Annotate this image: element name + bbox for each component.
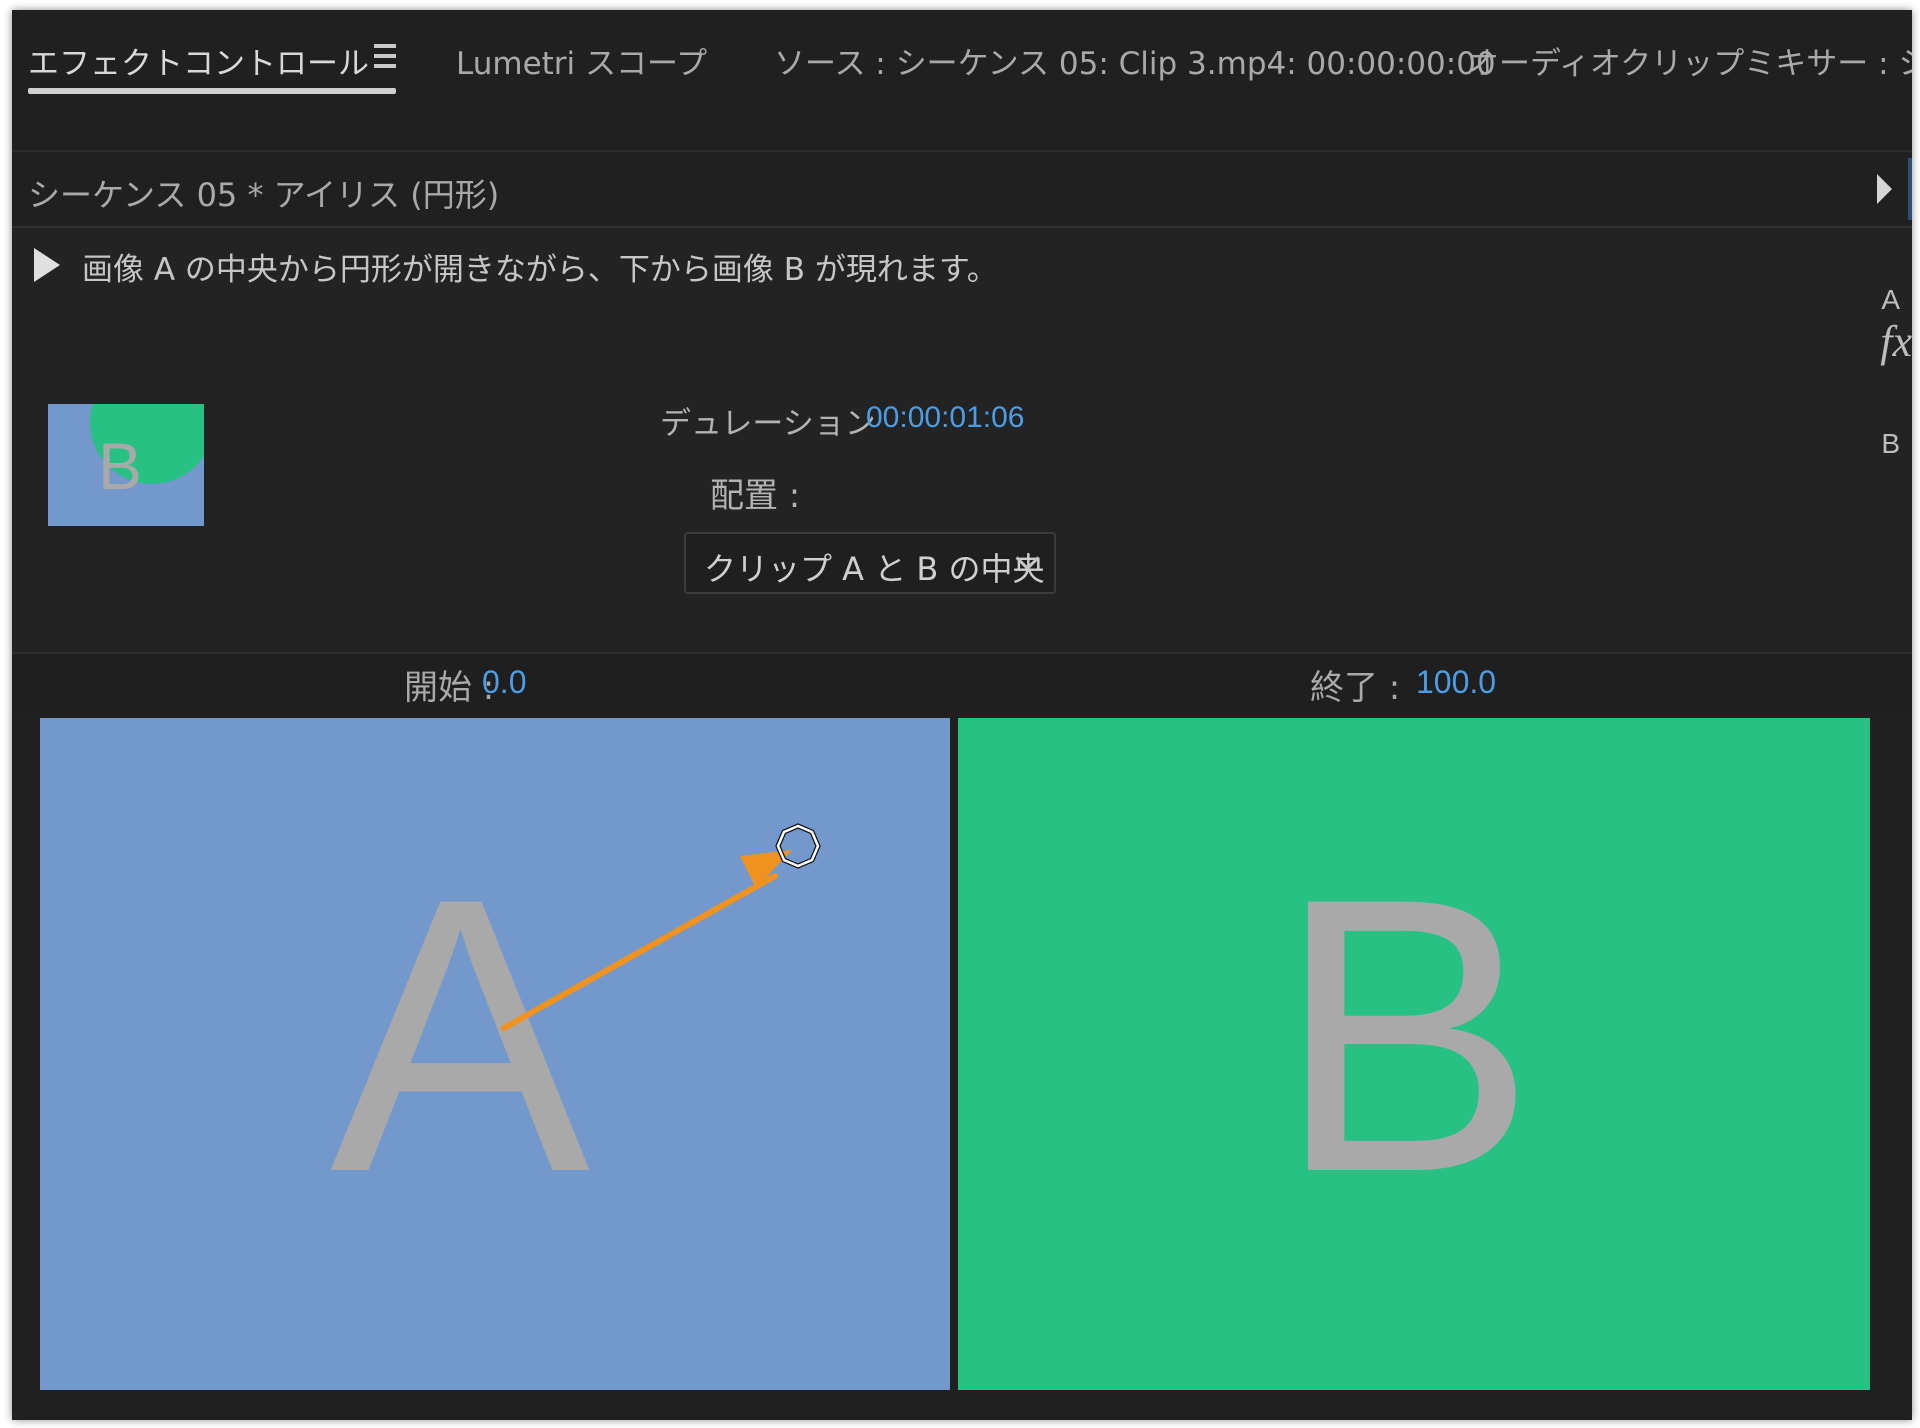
sequence-title: シーケンス 05 * アイリス (円形) [28, 176, 500, 214]
panel-tab-bar: エフェクトコントロール Lumetri スコープ ソース : シーケンス 05:… [12, 10, 1912, 152]
tab-lumetri-scopes[interactable]: Lumetri スコープ [456, 38, 707, 83]
start-label: 開始 : [404, 668, 495, 708]
track-b-label: B [1881, 428, 1900, 459]
start-value[interactable]: 0.0 [482, 664, 526, 701]
active-tab-indicator [28, 88, 396, 94]
timeline-edge [1908, 158, 1912, 220]
tab-audio-clip-mixer[interactable]: オーディオクリップミキサー : シー [1468, 38, 1912, 83]
transition-description: 画像 A の中央から円形が開きながら、下から画像 B が現れます。 [82, 252, 998, 288]
annotation-arrowhead [740, 850, 792, 888]
transition-thumbnail: B [48, 404, 204, 526]
menu-icon[interactable] [374, 44, 396, 70]
preview-clip-b[interactable]: B [958, 718, 1870, 1390]
tab-effect-controls[interactable]: エフェクトコントロール [28, 38, 369, 83]
tab-source-monitor[interactable]: ソース : シーケンス 05: Clip 3.mp4: 00:00:00:00 [774, 38, 1496, 83]
alignment-dropdown[interactable]: クリップ A と B の中央 [684, 532, 1056, 594]
expand-arrow-icon[interactable] [1877, 174, 1892, 204]
preview-clip-a[interactable]: A [40, 718, 950, 1390]
end-label: 終了 : [1310, 668, 1401, 708]
clip-b-letter: B [1276, 817, 1537, 1253]
fx-icon: fx [1880, 317, 1912, 366]
center-handle-icon[interactable] [775, 823, 821, 869]
effect-controls-panel: エフェクトコントロール Lumetri スコープ ソース : シーケンス 05:… [12, 10, 1912, 1420]
thumbnail-letter: B [98, 429, 143, 503]
play-icon[interactable] [34, 248, 60, 282]
alignment-label: 配置 : [710, 476, 801, 516]
sequence-header: シーケンス 05 * アイリス (円形) [12, 152, 1912, 228]
start-end-row: 開始 : 0.0 終了 : 100.0 [12, 654, 1912, 710]
duration-value[interactable]: 00:00:01:06 [866, 401, 1024, 435]
track-a-label: A [1881, 284, 1900, 315]
end-value[interactable]: 100.0 [1416, 664, 1496, 701]
transition-preview: A B [12, 710, 1912, 1420]
alignment-selected-value: クリップ A と B の中央 [704, 550, 1045, 588]
duration-label: デュレーション [660, 406, 876, 442]
transition-info: 画像 A の中央から円形が開きながら、下から画像 B が現れます。 B デュレー… [12, 228, 1912, 654]
clip-a-letter: A [330, 817, 591, 1253]
